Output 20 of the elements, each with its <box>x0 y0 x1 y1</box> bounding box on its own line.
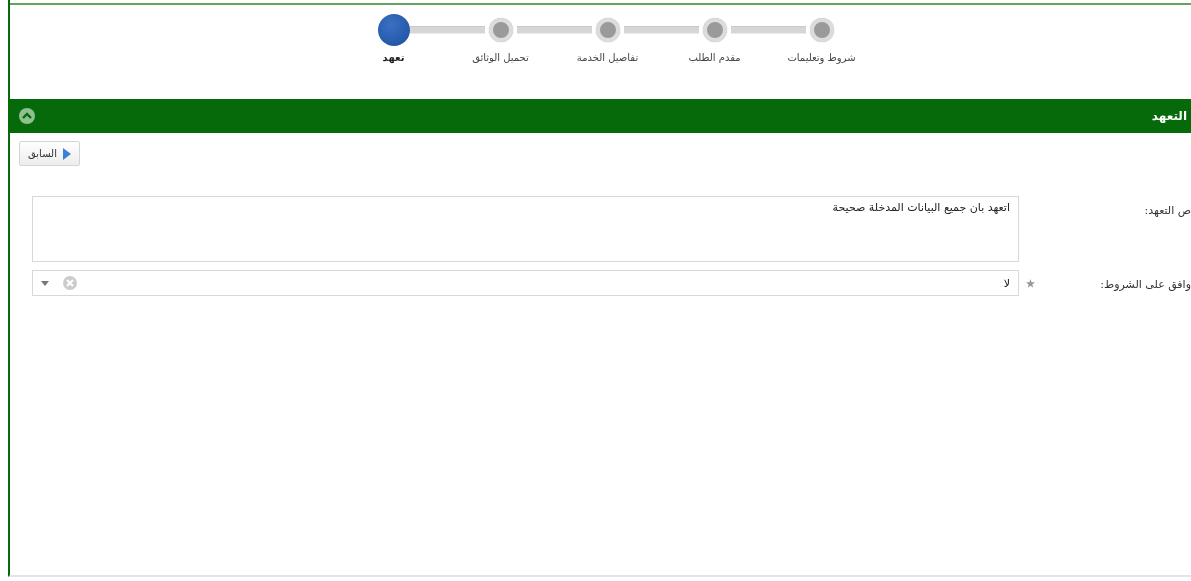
panel-title: التعهد <box>1151 109 1187 123</box>
step-label: شروط وتعليمات <box>786 52 857 63</box>
step-label: تفاصيل الخدمة <box>575 52 640 63</box>
step-marker[interactable] <box>809 18 834 42</box>
select-field[interactable]: لا <box>32 270 1019 296</box>
text-area[interactable]: اتعهد بان جميع البيانات المدخلة صحيحة <box>32 196 1019 262</box>
field-label: وافق على الشروط: <box>1099 277 1191 291</box>
step-marker[interactable] <box>702 18 727 42</box>
field-label: ص التعهد: <box>1143 203 1191 217</box>
caret-icon[interactable] <box>41 280 49 286</box>
back-button[interactable]: السابق <box>19 141 80 166</box>
play-icon <box>62 147 71 160</box>
step-marker[interactable] <box>377 14 410 46</box>
step-label: مقدم الطلب <box>687 52 742 63</box>
step-label: تحميل الوثائق <box>471 52 530 63</box>
step-label: تعهد <box>381 52 406 63</box>
step-marker[interactable] <box>595 18 620 42</box>
clear-icon[interactable] <box>63 276 77 290</box>
collapse-icon[interactable] <box>18 107 36 125</box>
step-marker[interactable] <box>488 18 513 42</box>
